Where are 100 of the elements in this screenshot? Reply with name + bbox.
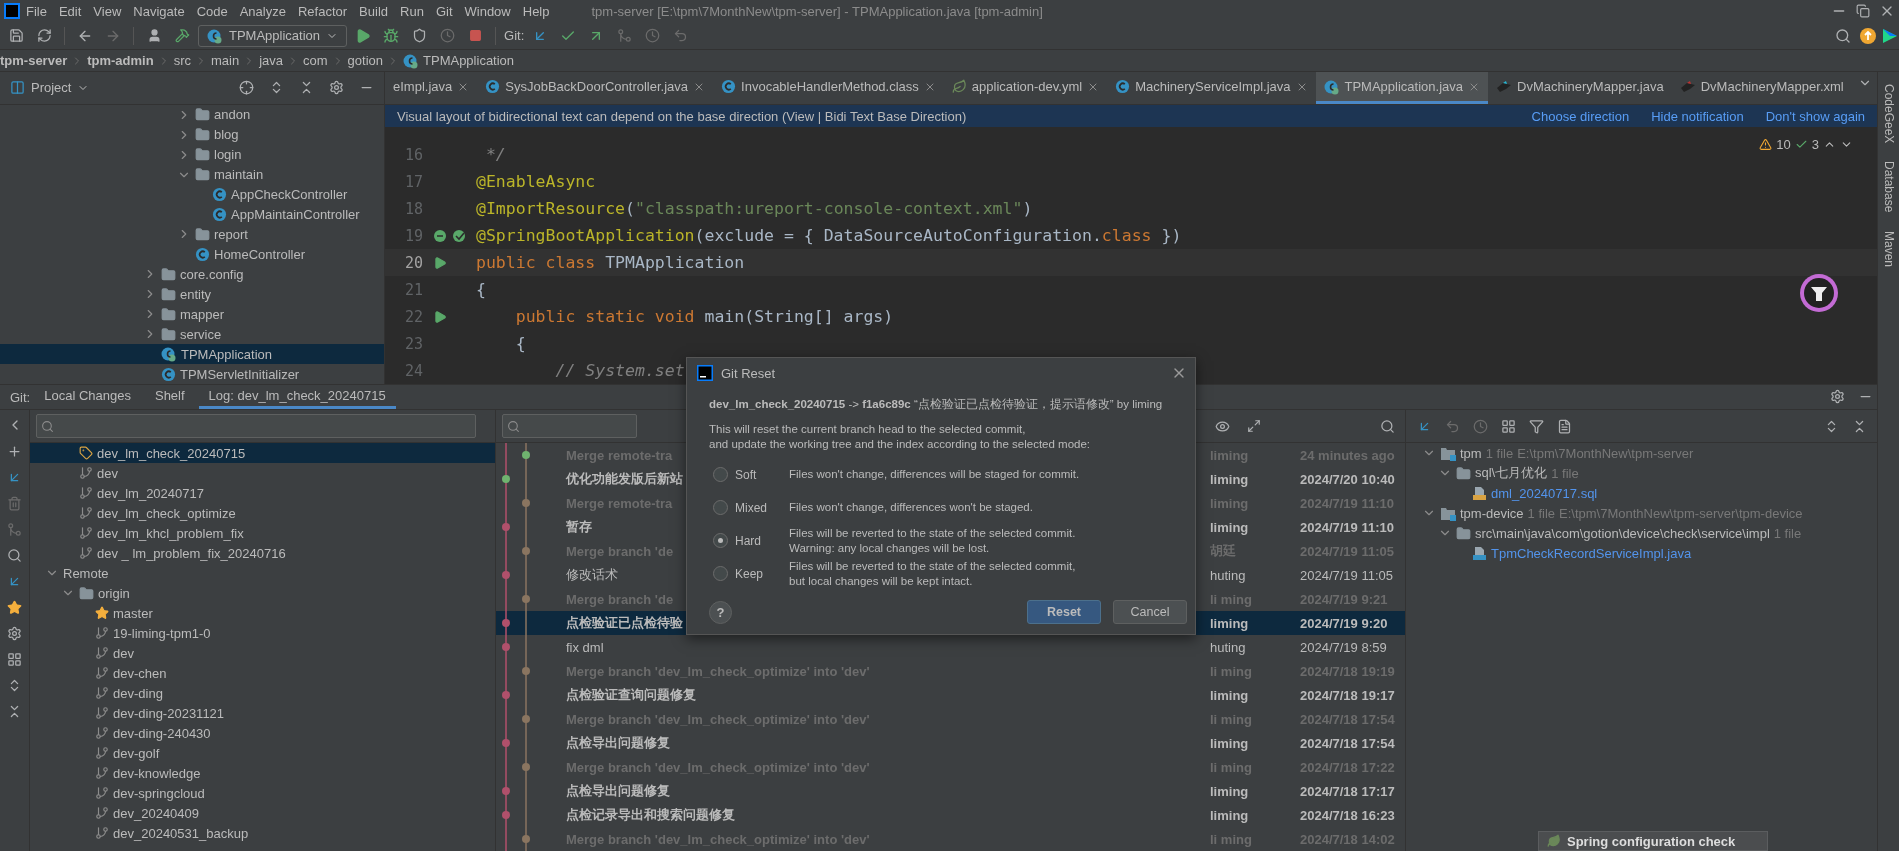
- tool-window-button[interactable]: Database: [1881, 161, 1896, 213]
- tree-item[interactable]: core.config: [0, 264, 384, 285]
- branch-item[interactable]: dev: [30, 643, 495, 663]
- branch-item[interactable]: dev-knowledge: [30, 763, 495, 783]
- branch-item[interactable]: dev-golf: [30, 743, 495, 763]
- branch-item[interactable]: dev: [30, 463, 495, 483]
- tree-item[interactable]: entity: [0, 284, 384, 305]
- breadcrumb[interactable]: src: [173, 53, 191, 68]
- tree-item[interactable]: mapper: [0, 304, 384, 325]
- breadcrumb[interactable]: tpm-server: [0, 53, 68, 68]
- change-item[interactable]: src\main\java\com\gotion\device\check\service\impl 1 file: [1406, 523, 1877, 543]
- project-title[interactable]: Project: [31, 80, 72, 96]
- editor-tab[interactable]: application-dev.yml: [943, 72, 1108, 104]
- panel-tab[interactable]: Local Changes: [34, 385, 141, 409]
- branch-item[interactable]: master: [30, 603, 495, 623]
- breadcrumb[interactable]: main: [211, 53, 240, 68]
- tree-item[interactable]: service: [0, 324, 384, 345]
- change-item[interactable]: TpmCheckRecordServiceImpl.java: [1406, 543, 1877, 563]
- mode-description: Files won't change, differences won't be staged.: [789, 500, 1033, 515]
- notification-link[interactable]: Hide notification: [1651, 108, 1744, 124]
- menu-item[interactable]: Run: [394, 3, 430, 19]
- branch-item[interactable]: dev _ lm_problem_fix_20240716: [30, 543, 495, 563]
- cancel-button[interactable]: Cancel: [1113, 600, 1187, 624]
- branch-item[interactable]: dev-ding: [30, 683, 495, 703]
- editor-tab[interactable]: TPMApplication.java: [1315, 72, 1488, 104]
- help-button[interactable]: ?: [709, 600, 732, 624]
- reset-button[interactable]: Reset: [1027, 600, 1101, 624]
- branch-item[interactable]: Remote: [30, 563, 495, 583]
- tool-window-button[interactable]: CodeGeeX: [1881, 84, 1896, 144]
- mode-label[interactable]: Mixed: [735, 500, 789, 515]
- menu-item[interactable]: Window: [458, 3, 517, 19]
- commit-subject[interactable]: fix dml: [566, 639, 1210, 655]
- branch-item[interactable]: dev_20240531_backup: [30, 823, 495, 843]
- notification-link[interactable]: Choose direction: [1531, 108, 1630, 124]
- branch-item[interactable]: dev-springcloud: [30, 783, 495, 803]
- branch-item[interactable]: 19-liming-tpm1-0: [30, 623, 495, 643]
- branch-item[interactable]: dev_lm_20240717: [30, 483, 495, 503]
- tree-item[interactable]: TPMApplication: [0, 344, 384, 365]
- breadcrumb[interactable]: java: [259, 53, 284, 68]
- branch-item[interactable]: dev-chen: [30, 663, 495, 683]
- menu-item[interactable]: Help: [516, 3, 556, 19]
- menu-item[interactable]: Refactor: [291, 3, 354, 19]
- branch-item[interactable]: dev_lm_check_20240715: [30, 443, 495, 463]
- commit-author: liming: [1210, 471, 1250, 487]
- menu-item[interactable]: Navigate: [127, 3, 191, 19]
- tree-item[interactable]: blog: [0, 124, 384, 145]
- tree-item[interactable]: TPMServletInitializer: [0, 364, 384, 384]
- line-number: 23: [403, 334, 423, 353]
- tree-item[interactable]: andon: [0, 104, 384, 125]
- tree-item[interactable]: AppMaintainController: [0, 204, 384, 225]
- tree-item[interactable]: HomeController: [0, 244, 384, 265]
- branch-item[interactable]: dev_lm_khcl_problem_fix: [30, 523, 495, 543]
- menu-item[interactable]: Edit: [52, 3, 88, 19]
- commit-subject[interactable]: 点检导出问题修复: [566, 782, 1210, 800]
- branch-item[interactable]: dev_20240409: [30, 803, 495, 823]
- commit-summary: dev_lm_check_20240715 -> f1a6c89c “点检验证已点检待验证，提示语修改” by liming: [709, 396, 1164, 412]
- code-line: @EnableAsync: [476, 172, 596, 191]
- editor-tab[interactable]: eImpl.java: [385, 72, 478, 104]
- notification-popup[interactable]: Spring configuration check: [1538, 831, 1768, 851]
- branch-item[interactable]: dev-ding-240430: [30, 723, 495, 743]
- breadcrumb[interactable]: com: [303, 53, 328, 68]
- editor-tab[interactable]: MachineryServiceImpl.java: [1107, 72, 1316, 104]
- change-item[interactable]: dml_20240717.sql: [1406, 483, 1877, 503]
- menu-item[interactable]: Code: [190, 3, 234, 19]
- tree-item[interactable]: login: [0, 144, 384, 165]
- branch-item[interactable]: dev_lm_check_optimize: [30, 503, 495, 523]
- editor-tab[interactable]: SysJobBackDoorController.java: [477, 72, 714, 104]
- code-line: {: [476, 280, 486, 299]
- editor-tab[interactable]: DvMachineryMapper.java: [1488, 72, 1672, 104]
- breadcrumb[interactable]: tpm-admin: [87, 53, 154, 68]
- run-config-dropdown[interactable]: TPMApplication: [198, 24, 348, 47]
- menu-item[interactable]: Analyze: [233, 3, 292, 19]
- notification-link[interactable]: Don't show again: [1765, 108, 1865, 124]
- commit-subject[interactable]: 点检验证查询问题修复: [566, 686, 1210, 704]
- tool-window-button[interactable]: Maven: [1881, 230, 1896, 267]
- breadcrumb[interactable]: gotion: [347, 53, 384, 68]
- code-line: @SpringBootApplication(exclude = { DataSourceAutoConfiguration.class }): [476, 226, 1182, 245]
- change-item[interactable]: tpm 1 file E:\tpm\7MonthNew\tpm-server: [1406, 443, 1877, 463]
- panel-tab[interactable]: Shelf: [144, 385, 195, 409]
- mode-label[interactable]: Soft: [735, 467, 789, 482]
- commit-subject[interactable]: 点检记录导出和搜索问题修复: [566, 806, 1210, 824]
- tree-item[interactable]: maintain: [0, 164, 384, 185]
- editor-tab[interactable]: DvMachineryMapper.xml: [1671, 72, 1852, 104]
- menu-item[interactable]: View: [87, 3, 128, 19]
- change-item[interactable]: tpm-device 1 file E:\tpm\7MonthNew\tpm-server\tpm-device: [1406, 503, 1877, 523]
- mode-label[interactable]: Hard: [735, 533, 789, 548]
- tree-item[interactable]: AppCheckController: [0, 184, 384, 205]
- change-item[interactable]: sql\七月优化 1 file: [1406, 463, 1877, 483]
- panel-tab[interactable]: Log: dev_lm_check_20240715: [198, 385, 396, 409]
- breadcrumb[interactable]: TPMApplication: [423, 53, 515, 68]
- branch-item[interactable]: origin: [30, 583, 495, 603]
- commit-date: 2024/7/18 17:17: [1300, 783, 1396, 799]
- menu-item[interactable]: Build: [353, 3, 394, 19]
- editor-tab[interactable]: InvocableHandlerMethod.class: [713, 72, 944, 104]
- menu-item[interactable]: File: [20, 3, 53, 19]
- mode-label[interactable]: Keep: [735, 566, 789, 581]
- branch-item[interactable]: dev-ding-20231121: [30, 703, 495, 723]
- tree-item[interactable]: report: [0, 224, 384, 245]
- commit-subject[interactable]: 点检导出问题修复: [566, 734, 1210, 752]
- menu-item[interactable]: Git: [429, 3, 459, 19]
